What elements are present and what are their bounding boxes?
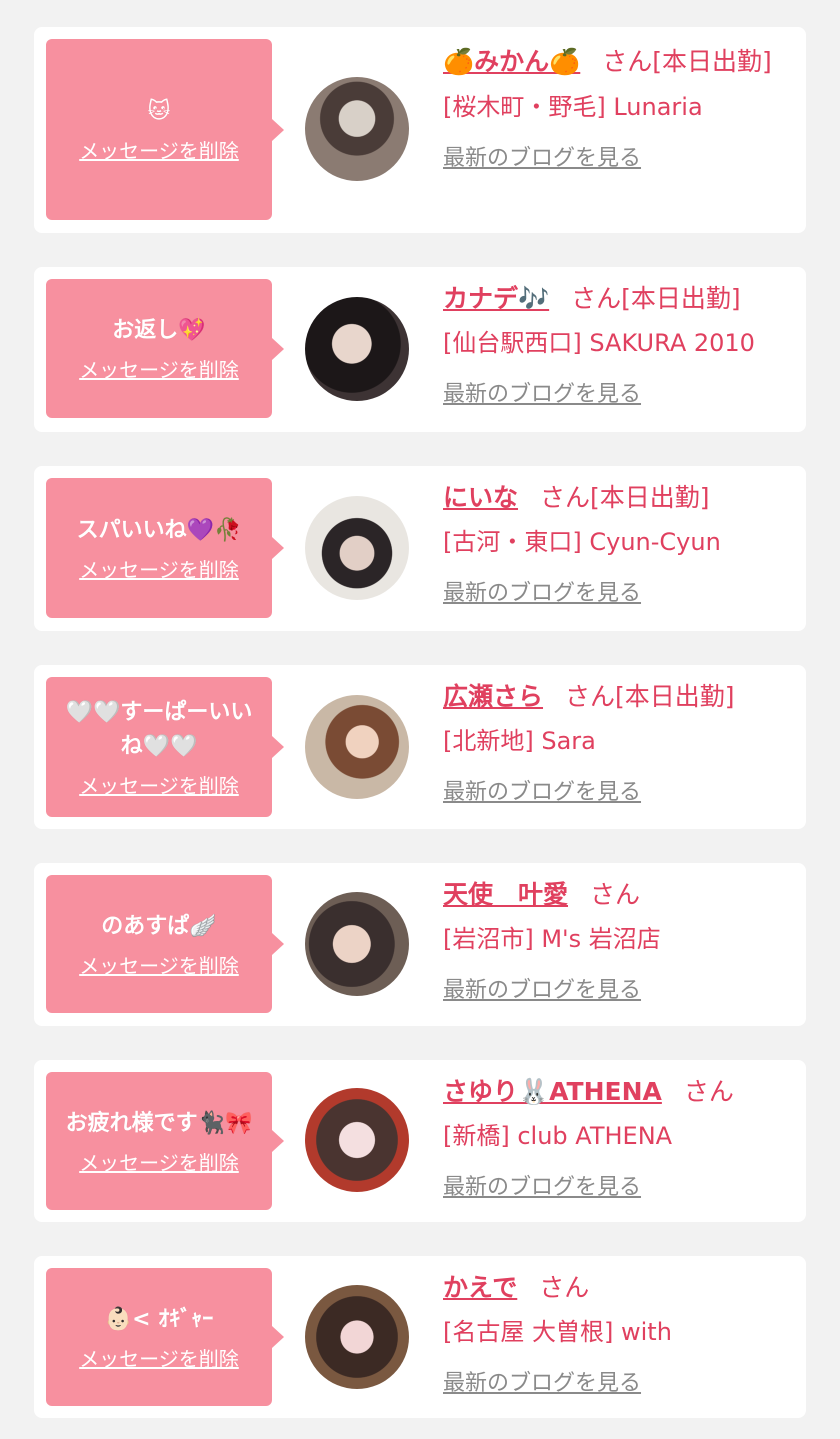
message-card: 🤍🤍すーぱーいいね🤍🤍 メッセージを削除 広瀬さら さん[本日出勤] [北新地] … xyxy=(34,665,806,829)
shop-label: [名古屋 大曽根] with xyxy=(443,1318,672,1346)
delete-message-link[interactable]: メッセージを削除 xyxy=(79,354,239,383)
message-text: のあすぱ🪽 xyxy=(101,913,217,939)
message-text: 🐱 xyxy=(147,99,171,124)
message-bubble: 👶🏻< ｵｷﾞｬｰ メッセージを削除 xyxy=(46,1268,284,1406)
cast-name-link[interactable]: 🍊みかん🍊 xyxy=(443,47,580,76)
avatar[interactable] xyxy=(305,297,409,401)
message-text: 🤍🤍すーぱーいいね🤍🤍 xyxy=(65,699,253,759)
message-text: 👶🏻< ｵｷﾞｬｰ xyxy=(104,1306,214,1332)
message-card: のあすぱ🪽 メッセージを削除 天使 叶愛 さん [岩沼市] M's 岩沼店 最新の… xyxy=(34,863,806,1026)
san-status: さん[本日出勤] xyxy=(571,284,741,313)
message-bubble: お疲れ様です🐈‍⬛🎀 メッセージを削除 xyxy=(46,1072,284,1210)
cast-name-link[interactable]: カナデ🎶 xyxy=(443,284,549,313)
blog-link[interactable]: 最新のブログを見る xyxy=(443,139,641,179)
san-status: さん[本日出勤] xyxy=(602,47,772,76)
cast-name-link[interactable]: かえで xyxy=(443,1273,517,1302)
shop-label: [新橋] club ATHENA xyxy=(443,1122,673,1150)
blog-link[interactable]: 最新のブログを見る xyxy=(443,574,641,614)
message-card: 🐱 メッセージを削除 🍊みかん🍊 さん[本日出勤] [桜木町・野毛] Lunari… xyxy=(34,27,806,233)
message-card: お疲れ様です🐈‍⬛🎀 メッセージを削除 さゆり🐰ATHENA さん [新橋] cl… xyxy=(34,1060,806,1222)
shop-label: [北新地] Sara xyxy=(443,727,596,755)
san-status: さん[本日出勤] xyxy=(540,483,710,512)
san-status: さん xyxy=(539,1273,590,1302)
message-list: 🐱 メッセージを削除 🍊みかん🍊 さん[本日出勤] [桜木町・野毛] Lunari… xyxy=(0,0,840,1439)
message-bubble: お返し💖 メッセージを削除 xyxy=(46,279,284,418)
shop-label: [岩沼市] M's 岩沼店 xyxy=(443,925,661,953)
san-status: さん xyxy=(683,1077,734,1106)
san-status: さん[本日出勤] xyxy=(565,682,735,711)
cast-name-link[interactable]: 広瀬さら xyxy=(443,682,543,711)
message-text: お疲れ様です🐈‍⬛🎀 xyxy=(65,1110,253,1136)
message-text: お返し💖 xyxy=(112,318,206,343)
blog-link[interactable]: 最新のブログを見る xyxy=(443,375,641,415)
message-bubble: スパいいね💜🥀 メッセージを削除 xyxy=(46,478,284,618)
message-bubble: のあすぱ🪽 メッセージを削除 xyxy=(46,875,284,1013)
delete-message-link[interactable]: メッセージを削除 xyxy=(79,950,239,979)
avatar[interactable] xyxy=(305,496,409,600)
avatar[interactable] xyxy=(305,1088,409,1192)
message-card: 👶🏻< ｵｷﾞｬｰ メッセージを削除 かえで さん [名古屋 大曽根] with … xyxy=(34,1256,806,1418)
shop-label: [古河・東口] Cyun-Cyun xyxy=(443,528,721,556)
avatar[interactable] xyxy=(305,695,409,799)
delete-message-link[interactable]: メッセージを削除 xyxy=(79,770,239,799)
delete-message-link[interactable]: メッセージを削除 xyxy=(79,554,239,583)
avatar[interactable] xyxy=(305,77,409,181)
cast-name-link[interactable]: にいな xyxy=(443,483,518,512)
blog-link[interactable]: 最新のブログを見る xyxy=(443,1168,641,1208)
delete-message-link[interactable]: メッセージを削除 xyxy=(79,1147,239,1176)
shop-label: [桜木町・野毛] Lunaria xyxy=(443,93,703,121)
blog-link[interactable]: 最新のブログを見る xyxy=(443,773,641,813)
delete-message-link[interactable]: メッセージを削除 xyxy=(79,135,239,164)
avatar[interactable] xyxy=(305,1285,409,1389)
delete-message-link[interactable]: メッセージを削除 xyxy=(79,1343,239,1372)
message-card: スパいいね💜🥀 メッセージを削除 にいな さん[本日出勤] [古河・東口] Cyu… xyxy=(34,466,806,631)
shop-label: [仙台駅西口] SAKURA 2010 xyxy=(443,329,755,357)
message-card: お返し💖 メッセージを削除 カナデ🎶 さん[本日出勤] [仙台駅西口] SAKUR… xyxy=(34,267,806,432)
blog-link[interactable]: 最新のブログを見る xyxy=(443,971,641,1011)
message-text: スパいいね💜🥀 xyxy=(76,517,242,543)
san-status: さん xyxy=(590,880,641,909)
cast-name-link[interactable]: 天使 叶愛 xyxy=(443,880,568,909)
cast-name-link[interactable]: さゆり🐰ATHENA xyxy=(443,1077,662,1106)
message-bubble: 🐱 メッセージを削除 xyxy=(46,39,284,220)
message-bubble: 🤍🤍すーぱーいいね🤍🤍 メッセージを削除 xyxy=(46,677,284,817)
avatar[interactable] xyxy=(305,892,409,996)
blog-link[interactable]: 最新のブログを見る xyxy=(443,1364,641,1404)
